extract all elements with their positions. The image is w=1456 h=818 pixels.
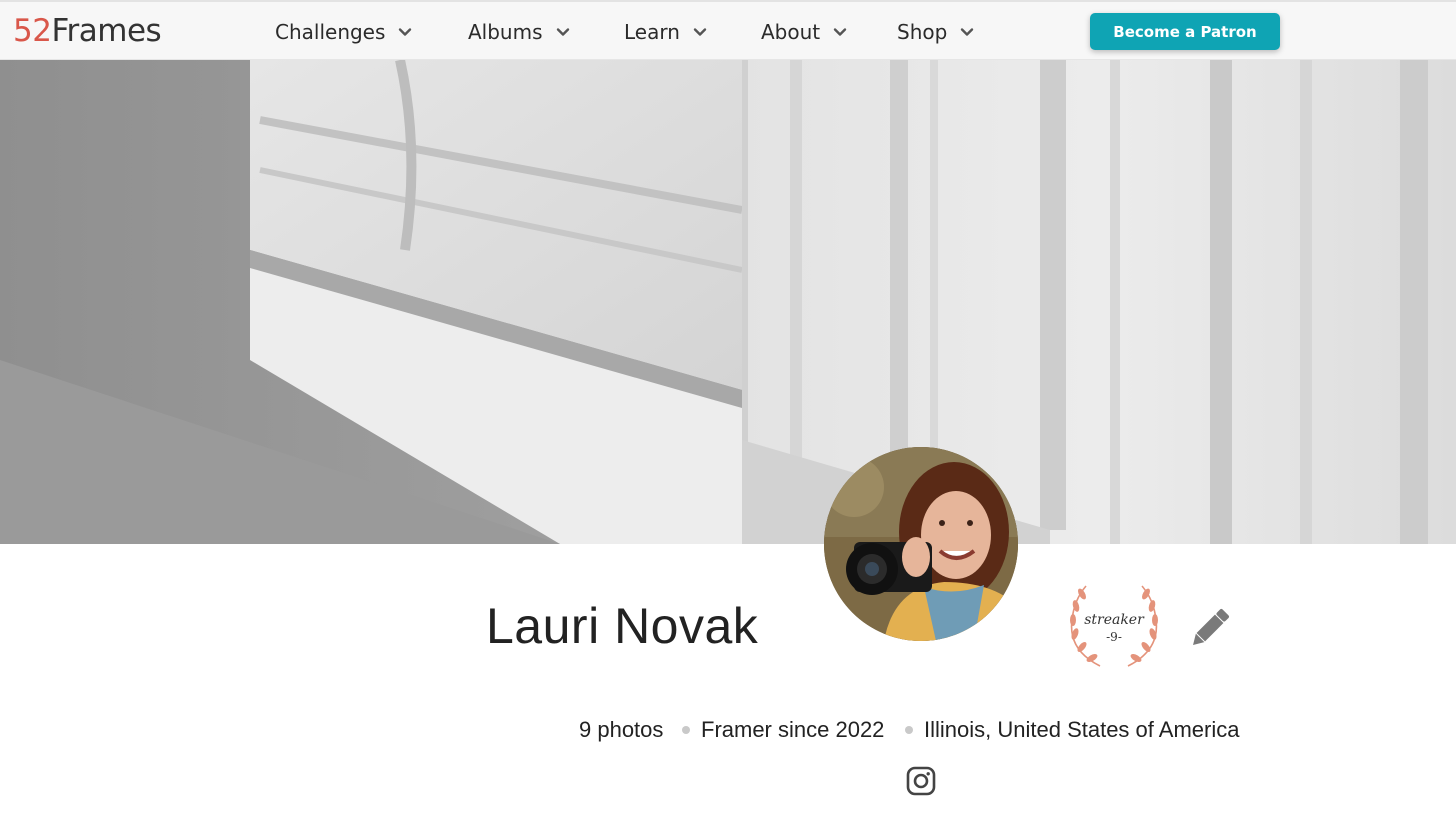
profile-avatar[interactable] [824,447,1018,641]
nav-learn-label: Learn [624,20,680,44]
nav-challenges[interactable]: Challenges [275,19,412,45]
badge-title: streaker [1084,612,1144,628]
top-nav: 52Frames Challenges Albums Learn About S… [0,0,1456,60]
framer-since: Framer since 2022 [701,717,885,742]
nav-about-label: About [761,20,821,44]
separator-dot [682,726,690,734]
streaker-badge: streaker -9- [1062,580,1166,672]
chevron-down-icon [398,25,412,39]
nav-albums[interactable]: Albums [468,19,570,45]
site-logo[interactable]: 52Frames [13,13,162,49]
badge-count: -9- [1106,630,1122,644]
chevron-down-icon [693,25,707,39]
instagram-link[interactable] [906,766,936,796]
logo-number: 52 [13,13,52,49]
profile-location: Illinois, United States of America [924,717,1240,742]
become-patron-button[interactable]: Become a Patron [1090,13,1280,50]
edit-profile-button[interactable] [1184,602,1236,654]
profile-name: Lauri Novak [486,598,759,654]
chevron-down-icon [960,25,974,39]
cover-photo [0,60,1456,544]
nav-challenges-label: Challenges [275,20,386,44]
profile-meta: 9 photos Framer since 2022 Illinois, Uni… [0,714,1456,748]
nav-albums-label: Albums [468,20,543,44]
chevron-down-icon [833,25,847,39]
nav-shop-label: Shop [897,20,948,44]
chevron-down-icon [556,25,570,39]
logo-word: Frames [51,13,162,49]
instagram-icon [906,766,936,796]
nav-about[interactable]: About [761,19,847,45]
pencil-icon [1193,609,1229,645]
photo-count: 9 photos [579,717,664,742]
nav-shop[interactable]: Shop [897,19,974,45]
nav-learn[interactable]: Learn [624,19,707,45]
separator-dot [905,726,913,734]
